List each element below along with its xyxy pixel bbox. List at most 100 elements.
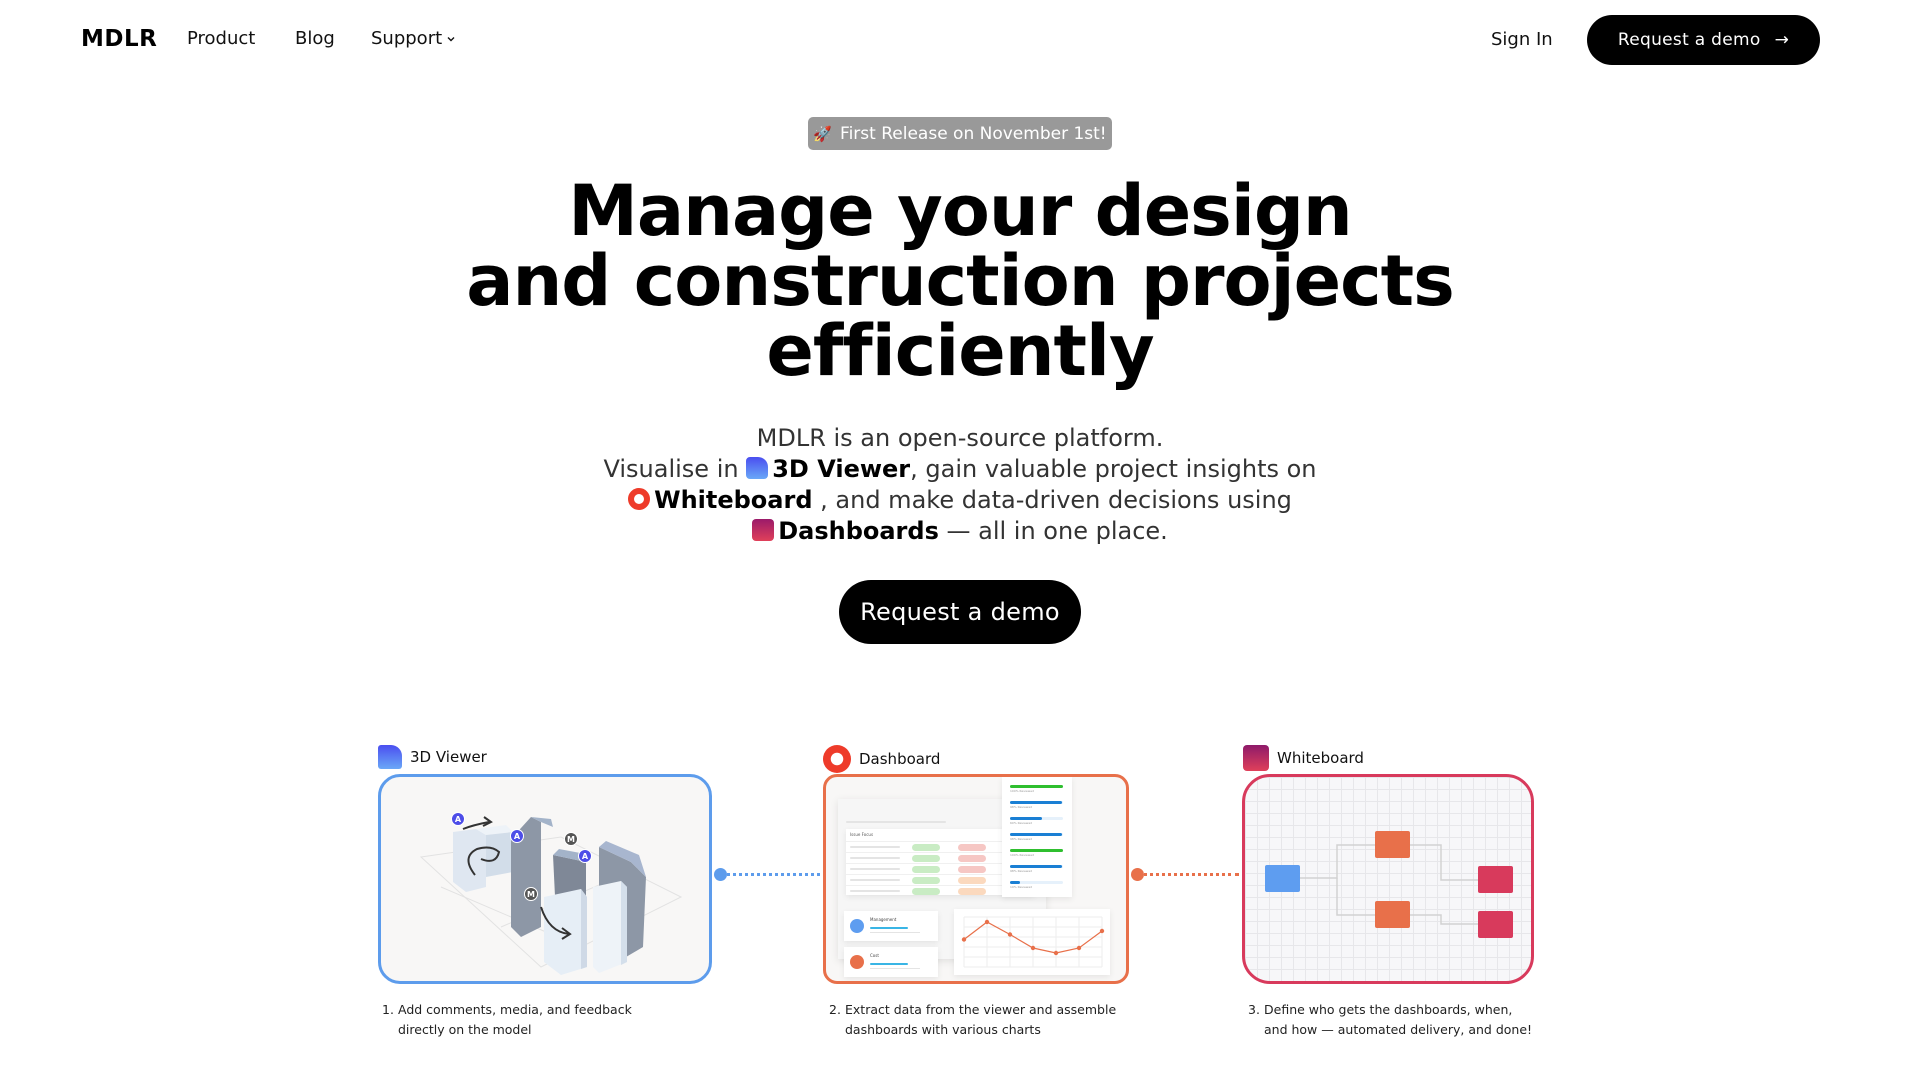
line-chart [961, 916, 1105, 968]
hero-headline: Manage your design and construction proj… [0, 176, 1920, 386]
nav-link-support-label: Support [371, 28, 443, 49]
feature-label-viewer: 3D Viewer [378, 745, 487, 769]
severity-pill [958, 877, 986, 884]
hero-request-demo-button[interactable]: Request a demo [839, 580, 1081, 644]
viewer-icon [378, 745, 402, 769]
building-model-illustration [419, 816, 683, 975]
subtitle-text: — all in one place. [938, 517, 1168, 545]
progress-fill [1010, 833, 1062, 836]
feature-caption-dashboard: 2. Extract data from the viewer and assem… [829, 1000, 1116, 1040]
whiteboard-node-process[interactable] [1375, 901, 1410, 928]
feature-label-whiteboard: Whiteboard [1243, 745, 1364, 771]
severity-pill [958, 866, 986, 873]
progress-label: 100% Reviewed [1010, 853, 1034, 857]
top-nav: MDLR Product Blog Support Sign In Reques… [0, 0, 1920, 80]
placeholder-line [870, 932, 920, 933]
dashboard-ring-icon [823, 745, 851, 773]
comment-marker[interactable]: A [510, 829, 524, 843]
summary-card-label: Management [870, 917, 897, 922]
status-pill [912, 888, 940, 895]
subtitle-line-2: Visualise in 3D Viewer, gain valuable pr… [0, 454, 1920, 485]
severity-pill [958, 844, 986, 851]
caption-line-1: Extract data from the viewer and assembl… [845, 1002, 1117, 1017]
comment-marker[interactable]: M [524, 887, 538, 901]
sign-in-link[interactable]: Sign In [1491, 29, 1553, 50]
nav-link-blog[interactable]: Blog [295, 28, 335, 49]
feature-label-text: 3D Viewer [410, 748, 487, 766]
summary-card-avatar [850, 919, 864, 933]
dashboard-preview-card: Issue Focus 1,2374,3276728,9602,097 100%… [823, 774, 1129, 984]
progress-bar [1010, 817, 1063, 820]
placeholder-line [850, 846, 900, 848]
line-point [1007, 932, 1013, 937]
whiteboard-node-output[interactable] [1478, 911, 1513, 938]
line-point [1053, 950, 1059, 956]
viewer-preview-card: AAMAM [378, 774, 712, 984]
headline-line-1: Manage your design [568, 170, 1353, 252]
caption-line-2: and how — automated delivery, and done! [1264, 1022, 1533, 1037]
nav-link-product[interactable]: Product [187, 28, 255, 49]
comment-marker[interactable]: A [578, 849, 592, 863]
connector-line [1137, 873, 1239, 876]
summary-card-avatar [850, 955, 864, 969]
release-badge-text: First Release on November 1st! [840, 123, 1107, 144]
status-pill [912, 844, 940, 851]
progress-label: 98% Reviewed [1010, 805, 1033, 809]
progress-label: 98% Reviewed [1010, 837, 1033, 841]
progress-fill [1010, 865, 1062, 868]
headline-line-3: efficiently [766, 310, 1154, 392]
progress-label: 19% Reviewed [1010, 885, 1033, 889]
comment-marker[interactable]: M [564, 832, 578, 846]
nav-request-demo-button[interactable]: Request a demo → [1587, 15, 1820, 65]
placeholder-line [846, 821, 946, 823]
viewer-icon [746, 457, 769, 479]
caption-number: 3. [1248, 1002, 1260, 1017]
summary-card: Management [844, 911, 938, 941]
line-point [1099, 928, 1105, 934]
whiteboard-preview-card [1242, 774, 1534, 984]
nav-request-demo-label: Request a demo [1617, 30, 1761, 50]
line-chart-panel [954, 909, 1110, 975]
chevron-down-icon [447, 36, 455, 41]
feature-label-text: Whiteboard [1277, 749, 1364, 767]
progress-panel: 100% Reviewed 98% Reviewed 60% Reviewed 98%… [1002, 777, 1072, 897]
progress-bar [1010, 785, 1063, 788]
rocket-icon: 🚀 [813, 124, 833, 143]
whiteboard-node-source[interactable] [1265, 865, 1300, 892]
line-point [1030, 945, 1036, 951]
subtitle-line-4: Dashboards — all in one place. [0, 516, 1920, 547]
placeholder-line [850, 879, 900, 881]
severity-pill [958, 888, 986, 895]
comment-marker[interactable]: A [451, 812, 465, 826]
caption-line-1: Add comments, media, and feedback [398, 1002, 632, 1017]
caption-number: 1. [382, 1002, 394, 1017]
severity-pill [958, 855, 986, 862]
placeholder-line [850, 868, 900, 870]
logo[interactable]: MDLR [81, 26, 157, 52]
placeholder-line [870, 968, 920, 969]
hero-subtitle: MDLR is an open-source platform. Visuali… [0, 423, 1920, 547]
arrow-right-icon: → [1774, 30, 1790, 50]
progress-fill [1010, 801, 1062, 804]
status-pill [912, 855, 940, 862]
whiteboard-highlight: Whiteboard [654, 486, 813, 514]
progress-bar [1010, 881, 1063, 884]
connector-line [720, 873, 820, 876]
progress-label: 100% Reviewed [1010, 789, 1034, 793]
summary-card-bar [870, 963, 908, 965]
nav-link-support[interactable]: Support [371, 28, 455, 49]
summary-card-label: Cost [870, 953, 879, 958]
placeholder-line [850, 890, 900, 892]
progress-label: 60% Reviewed [1010, 821, 1033, 825]
subtitle-line-1: MDLR is an open-source platform. [756, 424, 1164, 452]
line-point [961, 937, 967, 942]
progress-label: 98% Reviewed [1010, 869, 1033, 873]
subtitle-line-3: Whiteboard , and make data-driven decisi… [0, 485, 1920, 516]
caption-number: 2. [829, 1002, 841, 1017]
status-pill [912, 877, 940, 884]
progress-fill [1010, 881, 1021, 884]
progress-bar [1010, 849, 1063, 852]
whiteboard-node-process[interactable] [1375, 831, 1410, 858]
progress-fill [1010, 817, 1042, 820]
whiteboard-node-output[interactable] [1478, 866, 1513, 893]
